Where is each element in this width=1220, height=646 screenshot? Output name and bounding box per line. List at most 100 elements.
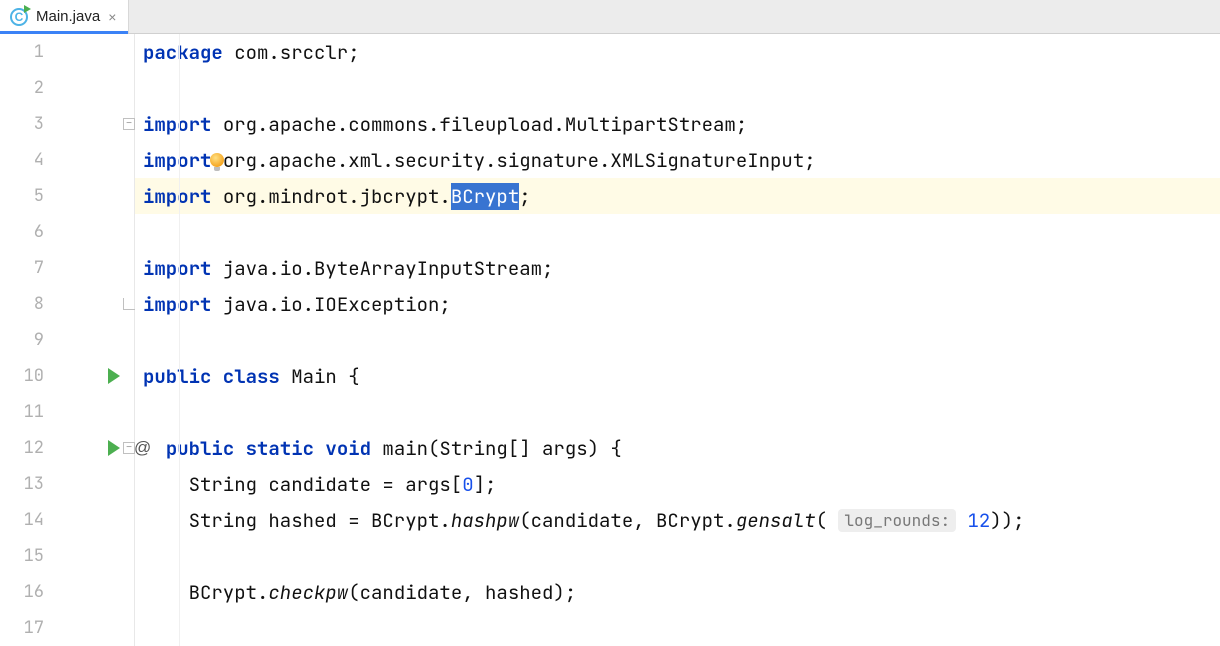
line-number: 9 [0, 329, 50, 351]
code-line[interactable] [135, 394, 1220, 430]
run-gutter-icon[interactable] [108, 440, 120, 456]
gutter-row: 2 [0, 70, 134, 106]
line-number: 17 [0, 617, 50, 639]
line-number: 1 [0, 41, 50, 63]
gutter-icons [50, 394, 134, 430]
line-number: 4 [0, 149, 50, 171]
code-token: (candidate, hashed); [348, 580, 576, 605]
code-line[interactable]: import java.io.IOException; [135, 286, 1220, 322]
code-token: String hashed = BCrypt. [143, 508, 451, 533]
keyword-token: import [143, 184, 223, 209]
code-token: org.apache.commons.fileupload.MultipartS… [223, 112, 747, 137]
code-line[interactable]: public static void main(String[] args) { [135, 430, 1220, 466]
code-line[interactable]: BCrypt.checkpw(candidate, hashed); [135, 574, 1220, 610]
code-line[interactable]: import org.mindrot.jbcrypt.BCrypt; [135, 178, 1220, 214]
code-editor[interactable]: 123−456789101112@−1314151617 package com… [0, 34, 1220, 646]
code-token: com.srcclr; [234, 40, 359, 65]
keyword-token: public static void [166, 436, 383, 461]
gutter-icons [50, 358, 134, 394]
keyword-token: package [143, 40, 234, 65]
gutter-icons: @− [50, 430, 134, 466]
static-method-token: hashpw [451, 508, 519, 533]
gutter-icons [50, 286, 134, 322]
gutter-icons [50, 502, 134, 538]
editor-gutter: 123−456789101112@−1314151617 [0, 34, 135, 646]
file-tab-main-java[interactable]: C Main.java × [0, 0, 129, 33]
code-line[interactable]: import org.apache.commons.fileupload.Mul… [135, 106, 1220, 142]
line-number: 13 [0, 473, 50, 495]
code-line[interactable]: import org.apache.xml.security.signature… [135, 142, 1220, 178]
gutter-row: 16 [0, 574, 134, 610]
line-number: 14 [0, 509, 50, 531]
line-number: 10 [0, 365, 50, 387]
gutter-icons [50, 250, 134, 286]
gutter-icons [50, 322, 134, 358]
code-line[interactable] [135, 322, 1220, 358]
close-icon[interactable]: × [108, 9, 116, 25]
static-method-token: gensalt [736, 508, 816, 533]
run-gutter-icon[interactable] [108, 368, 120, 384]
code-line[interactable]: import java.io.ByteArrayInputStream; [135, 250, 1220, 286]
gutter-row: 10 [0, 358, 134, 394]
gutter-icons: − [50, 106, 134, 142]
gutter-row: 8 [0, 286, 134, 322]
code-line[interactable] [135, 70, 1220, 106]
code-area[interactable]: package com.srcclr; import org.apache.com… [135, 34, 1220, 646]
code-token: ]; [474, 472, 497, 497]
gutter-row: 3− [0, 106, 134, 142]
line-number: 15 [0, 545, 50, 567]
code-line[interactable] [135, 538, 1220, 574]
line-number: 7 [0, 257, 50, 279]
selected-text: BCrypt [451, 183, 519, 210]
code-line[interactable] [135, 610, 1220, 646]
line-number: 3 [0, 113, 50, 135]
gutter-icons [50, 538, 134, 574]
intention-bulb-icon[interactable] [210, 153, 224, 167]
code-token [956, 508, 967, 533]
gutter-row: 7 [0, 250, 134, 286]
gutter-row: 15 [0, 538, 134, 574]
fold-collapse-icon[interactable]: − [123, 442, 135, 454]
gutter-row: 1 [0, 34, 134, 70]
code-line[interactable]: String hashed = BCrypt.hashpw(candidate,… [135, 502, 1220, 538]
gutter-icons [50, 466, 134, 502]
gutter-icons [50, 70, 134, 106]
keyword-token: import [143, 112, 223, 137]
gutter-row: 17 [0, 610, 134, 646]
code-line[interactable]: public class Main { [135, 358, 1220, 394]
gutter-row: 13 [0, 466, 134, 502]
code-token: ; [519, 184, 530, 209]
keyword-token: public class [143, 364, 291, 389]
gutter-icons [50, 142, 134, 178]
gutter-icons [50, 610, 134, 646]
code-line[interactable] [135, 214, 1220, 250]
code-token: BCrypt. [143, 580, 268, 605]
line-number: 5 [0, 185, 50, 207]
indent-guide [179, 34, 180, 646]
code-token: Main { [291, 364, 359, 389]
code-line[interactable]: String candidate = args[0]; [135, 466, 1220, 502]
gutter-row: 11 [0, 394, 134, 430]
code-line[interactable]: package com.srcclr; [135, 34, 1220, 70]
line-number: 11 [0, 401, 50, 423]
keyword-token: import [143, 292, 223, 317]
code-token: org.mindrot.jbcrypt. [223, 184, 451, 209]
gutter-icons [50, 34, 134, 70]
gutter-row: 9 [0, 322, 134, 358]
code-token: (candidate, BCrypt. [519, 508, 736, 533]
runnable-play-icon [24, 5, 31, 13]
java-class-runnable-icon: C [10, 8, 28, 26]
line-number: 2 [0, 77, 50, 99]
parameter-hint: log_rounds: [838, 509, 956, 532]
static-method-token: checkpw [268, 580, 348, 605]
line-number: 16 [0, 581, 50, 603]
line-number: 6 [0, 221, 50, 243]
fold-collapse-icon[interactable]: − [123, 118, 135, 130]
keyword-token: import [143, 256, 223, 281]
tab-bar: C Main.java × [0, 0, 1220, 34]
code-token: )); [990, 508, 1024, 533]
code-token: main(String[] args) { [382, 436, 621, 461]
gutter-icons [50, 178, 134, 214]
fold-region-end-icon[interactable] [123, 298, 135, 310]
gutter-row: 14 [0, 502, 134, 538]
